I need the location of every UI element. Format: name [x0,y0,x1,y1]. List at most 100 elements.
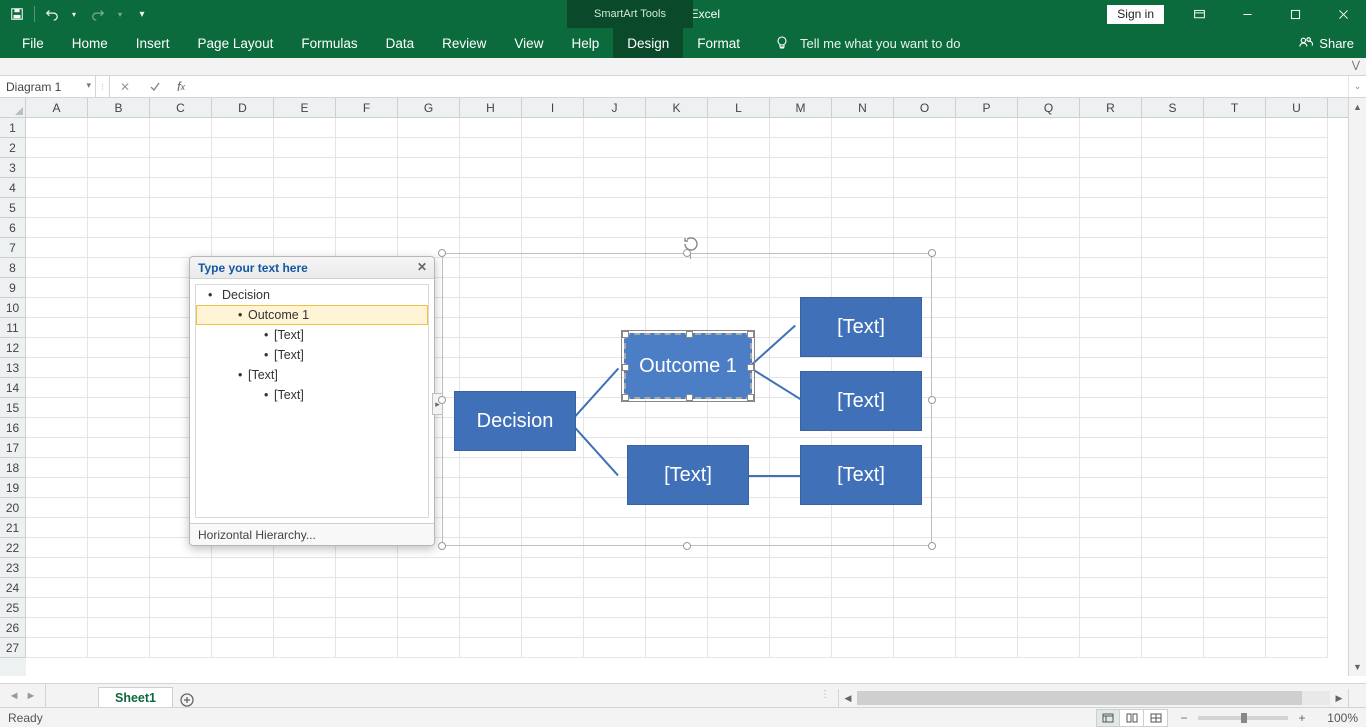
close-icon[interactable]: ✕ [414,259,430,275]
row-header[interactable]: 12 [0,338,26,358]
ribbon-collapse-icon[interactable]: ⋁ [1352,60,1360,71]
row-header[interactable]: 2 [0,138,26,158]
new-sheet-button[interactable] [173,693,201,707]
row-header[interactable]: 25 [0,598,26,618]
row-header[interactable]: 14 [0,378,26,398]
text-pane-item[interactable]: Outcome 1 [196,305,428,325]
column-header[interactable]: T [1204,98,1266,117]
resize-handle[interactable] [928,249,936,257]
maximize-button[interactable] [1272,0,1318,28]
tab-formulas[interactable]: Formulas [287,28,371,58]
text-pane-footer[interactable]: Horizontal Hierarchy... [190,523,434,545]
smartart-node-selected[interactable]: Outcome 1 [624,333,752,399]
close-button[interactable] [1320,0,1366,28]
chevron-right-icon[interactable]: ► [26,690,37,702]
zoom-out-button[interactable]: − [1176,711,1192,725]
column-header[interactable]: M [770,98,832,117]
row-header[interactable]: 16 [0,418,26,438]
row-header[interactable]: 8 [0,258,26,278]
column-header[interactable]: O [894,98,956,117]
text-pane-item[interactable]: Decision [196,285,428,305]
page-layout-view-icon[interactable] [1120,709,1144,727]
ribbon-display-options-icon[interactable] [1176,0,1222,28]
text-pane-item[interactable]: [Text] [196,365,428,385]
column-header[interactable]: B [88,98,150,117]
row-header[interactable]: 11 [0,318,26,338]
scroll-right-icon[interactable]: ▶ [1330,689,1348,707]
row-header[interactable]: 18 [0,458,26,478]
column-header[interactable]: L [708,98,770,117]
row-header[interactable]: 17 [0,438,26,458]
column-header[interactable]: N [832,98,894,117]
tell-me-search[interactable]: Tell me what you want to do [754,28,960,58]
smartart-node-root[interactable]: Decision [454,391,576,451]
save-icon[interactable] [6,3,28,25]
text-pane-body[interactable]: Decision Outcome 1 [Text] [Text] [Text] … [195,284,429,518]
zoom-slider[interactable] [1198,716,1288,720]
scroll-down-icon[interactable]: ▼ [1349,658,1366,676]
scroll-thumb[interactable] [857,691,1302,705]
undo-dropdown-icon[interactable]: ▾ [63,3,85,25]
tab-review[interactable]: Review [428,28,500,58]
column-header[interactable]: P [956,98,1018,117]
row-header[interactable]: 13 [0,358,26,378]
smartart-diagram[interactable]: ▸ Decision Outcome 1 [Text] [Text] [Text… [442,253,932,546]
row-header[interactable]: 19 [0,478,26,498]
row-header[interactable]: 4 [0,178,26,198]
smartart-text-pane[interactable]: Type your text here ✕ Decision Outcome 1… [189,256,435,546]
column-header[interactable]: A [26,98,88,117]
chevron-left-icon[interactable]: ◄ [9,690,20,702]
text-pane-item[interactable]: [Text] [196,325,428,345]
smartart-node[interactable]: [Text] [800,445,922,505]
text-pane-item[interactable]: [Text] [196,345,428,365]
horizontal-scrollbar[interactable]: ◀ ▶ [838,689,1348,707]
row-header[interactable]: 27 [0,638,26,658]
column-header[interactable]: S [1142,98,1204,117]
formula-input[interactable] [192,76,1348,97]
name-box-expand[interactable]: ⋮ [96,76,110,97]
undo-icon[interactable] [41,3,63,25]
smartart-node[interactable]: [Text] [800,371,922,431]
row-header[interactable]: 26 [0,618,26,638]
tab-home[interactable]: Home [58,28,122,58]
tab-page-layout[interactable]: Page Layout [184,28,288,58]
tab-data[interactable]: Data [372,28,429,58]
formula-bar-expand-icon[interactable]: ⌄ [1348,76,1366,97]
resize-handle[interactable] [438,396,446,404]
zoom-in-button[interactable]: + [1294,711,1310,725]
column-header[interactable]: U [1266,98,1328,117]
rotate-handle-icon[interactable] [682,235,700,253]
select-all-button[interactable] [0,98,26,117]
column-header[interactable]: C [150,98,212,117]
row-header[interactable]: 24 [0,578,26,598]
name-box[interactable]: Diagram 1▾ [0,76,96,97]
sheet-nav[interactable]: ◄► [0,684,46,707]
resize-handle[interactable] [683,542,691,550]
resize-handle[interactable] [438,542,446,550]
qat-customize-icon[interactable]: ▾ [131,3,153,25]
tab-design[interactable]: Design [613,28,683,58]
row-header[interactable]: 6 [0,218,26,238]
resize-handle[interactable] [928,542,936,550]
column-header[interactable]: F [336,98,398,117]
insert-function-icon[interactable]: fx [170,76,192,97]
page-break-view-icon[interactable] [1144,709,1168,727]
column-header[interactable]: D [212,98,274,117]
sign-in-button[interactable]: Sign in [1107,5,1164,24]
zoom-level[interactable]: 100% [1316,711,1358,725]
text-pane-title[interactable]: Type your text here ✕ [190,257,434,279]
redo-icon[interactable] [87,3,109,25]
column-header[interactable]: G [398,98,460,117]
column-header[interactable]: E [274,98,336,117]
row-header[interactable]: 22 [0,538,26,558]
resize-handle[interactable] [438,249,446,257]
column-header[interactable]: K [646,98,708,117]
row-header[interactable]: 3 [0,158,26,178]
vertical-scrollbar[interactable]: ▲ ▼ [1348,98,1366,676]
row-header[interactable]: 1 [0,118,26,138]
tab-view[interactable]: View [500,28,557,58]
minimize-button[interactable] [1224,0,1270,28]
tab-format[interactable]: Format [683,28,754,58]
share-button[interactable]: Share [1299,28,1354,58]
tab-insert[interactable]: Insert [122,28,184,58]
